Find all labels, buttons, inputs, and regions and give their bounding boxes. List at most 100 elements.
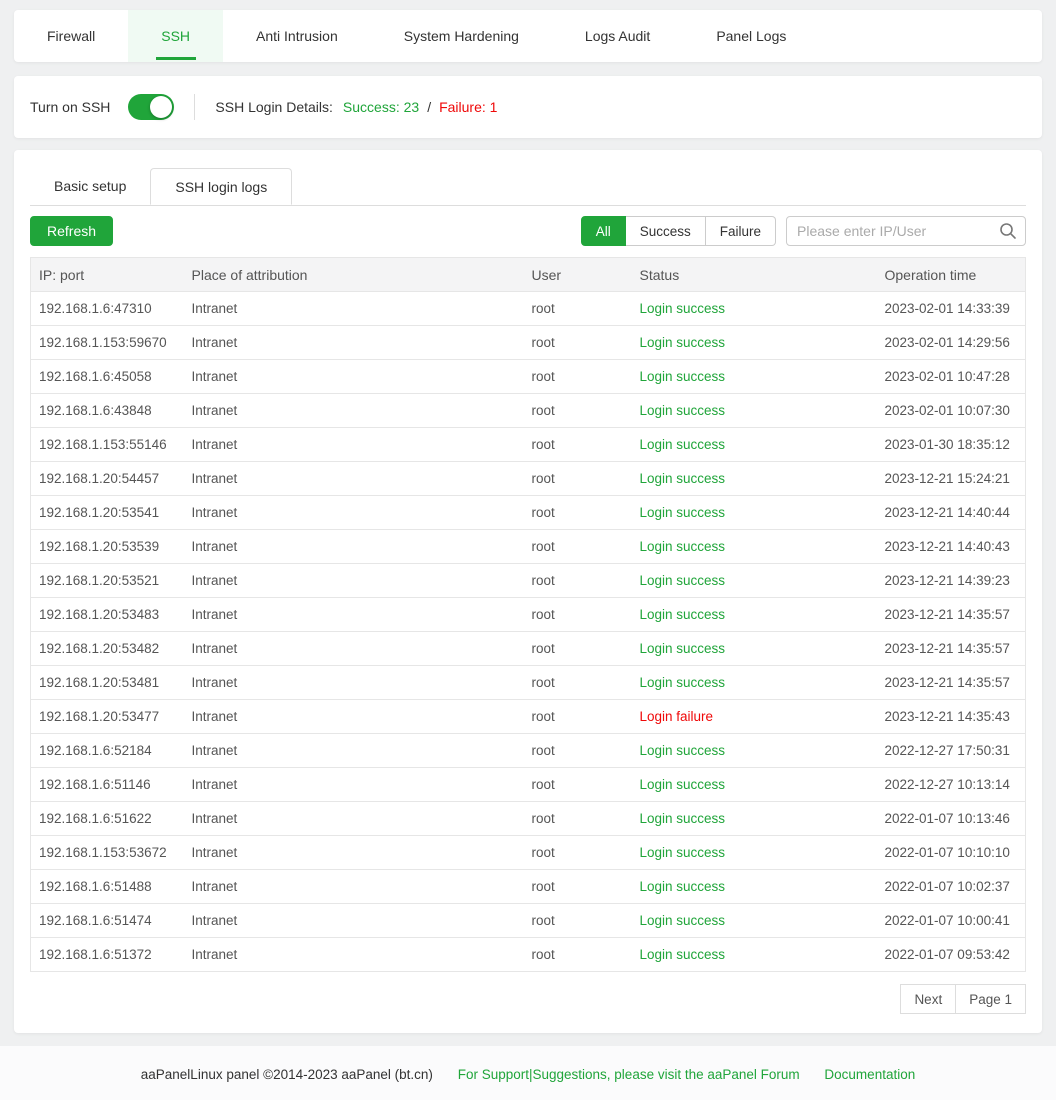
search-icon[interactable]	[998, 221, 1018, 241]
table-row: 192.168.1.153:53672IntranetrootLogin suc…	[31, 836, 1026, 870]
ssh-logs-panel: Basic setup SSH login logs Refresh All S…	[14, 150, 1042, 1033]
table-row: 192.168.1.153:55146IntranetrootLogin suc…	[31, 428, 1026, 462]
cell-status: Login success	[632, 768, 877, 802]
cell-ip-port: 192.168.1.6:51622	[31, 802, 184, 836]
filter-all-button[interactable]: All	[581, 216, 626, 246]
nav-tab-label: Panel Logs	[716, 28, 786, 44]
table-row: 192.168.1.20:53481IntranetrootLogin succ…	[31, 666, 1026, 700]
search-input[interactable]	[786, 216, 1026, 246]
cell-status: Login success	[632, 530, 877, 564]
pagination: Next Page 1	[30, 984, 1026, 1014]
next-page-button[interactable]: Next	[900, 984, 956, 1014]
table-row: 192.168.1.6:51622IntranetrootLogin succe…	[31, 802, 1026, 836]
cell-user: root	[524, 326, 632, 360]
cell-ip-port: 192.168.1.6:51146	[31, 768, 184, 802]
cell-status: Login success	[632, 666, 877, 700]
cell-place: Intranet	[184, 734, 524, 768]
nav-tab-anti-intrusion[interactable]: Anti Intrusion	[223, 10, 371, 62]
filter-success-button[interactable]: Success	[626, 216, 706, 246]
table-row: 192.168.1.6:43848IntranetrootLogin succe…	[31, 394, 1026, 428]
cell-place: Intranet	[184, 530, 524, 564]
nav-tab-logs-audit[interactable]: Logs Audit	[552, 10, 683, 62]
cell-time: 2023-12-21 14:40:44	[877, 496, 1026, 530]
ssh-login-log-table: IP: port Place of attribution User Statu…	[30, 257, 1026, 972]
cell-status: Login success	[632, 292, 877, 326]
table-row: 192.168.1.20:53477IntranetrootLogin fail…	[31, 700, 1026, 734]
tab-basic-setup[interactable]: Basic setup	[30, 168, 150, 205]
security-nav-tabs: Firewall SSH Anti Intrusion System Harde…	[14, 10, 1042, 62]
cell-time: 2022-01-07 10:10:10	[877, 836, 1026, 870]
active-tab-indicator	[156, 57, 196, 60]
cell-status: Login success	[632, 326, 877, 360]
cell-status: Login success	[632, 394, 877, 428]
ssh-toggle-label: Turn on SSH	[30, 99, 110, 115]
forum-link[interactable]: For Support|Suggestions, please visit th…	[458, 1067, 800, 1082]
cell-time: 2023-01-30 18:35:12	[877, 428, 1026, 462]
login-details-label: SSH Login Details:	[215, 99, 333, 115]
cell-ip-port: 192.168.1.153:53672	[31, 836, 184, 870]
cell-time: 2023-12-21 15:24:21	[877, 462, 1026, 496]
table-row: 192.168.1.6:51372IntranetrootLogin succe…	[31, 938, 1026, 972]
toolbar-right: All Success Failure	[581, 216, 1026, 246]
cell-status: Login success	[632, 802, 877, 836]
cell-user: root	[524, 428, 632, 462]
cell-user: root	[524, 904, 632, 938]
table-row: 192.168.1.6:47310IntranetrootLogin succe…	[31, 292, 1026, 326]
cell-place: Intranet	[184, 904, 524, 938]
current-page-button[interactable]: Page 1	[956, 984, 1026, 1014]
divider	[194, 94, 195, 120]
tab-ssh-login-logs[interactable]: SSH login logs	[150, 168, 292, 205]
cell-place: Intranet	[184, 632, 524, 666]
cell-place: Intranet	[184, 938, 524, 972]
table-row: 192.168.1.6:51488IntranetrootLogin succe…	[31, 870, 1026, 904]
cell-time: 2022-01-07 09:53:42	[877, 938, 1026, 972]
cell-status: Login success	[632, 632, 877, 666]
cell-ip-port: 192.168.1.20:53483	[31, 598, 184, 632]
cell-place: Intranet	[184, 496, 524, 530]
cell-user: root	[524, 598, 632, 632]
documentation-link[interactable]: Documentation	[824, 1067, 915, 1082]
table-row: 192.168.1.6:45058IntranetrootLogin succe…	[31, 360, 1026, 394]
ssh-status-bar: Turn on SSH SSH Login Details: Success: …	[14, 76, 1042, 138]
nav-tab-system-hardening[interactable]: System Hardening	[371, 10, 552, 62]
col-place: Place of attribution	[184, 258, 524, 292]
cell-place: Intranet	[184, 666, 524, 700]
cell-user: root	[524, 768, 632, 802]
table-row: 192.168.1.6:52184IntranetrootLogin succe…	[31, 734, 1026, 768]
cell-ip-port: 192.168.1.6:47310	[31, 292, 184, 326]
nav-tab-ssh[interactable]: SSH	[128, 10, 223, 62]
cell-user: root	[524, 530, 632, 564]
cell-ip-port: 192.168.1.20:53521	[31, 564, 184, 598]
filter-failure-button[interactable]: Failure	[706, 216, 776, 246]
table-row: 192.168.1.20:53521IntranetrootLogin succ…	[31, 564, 1026, 598]
cell-user: root	[524, 836, 632, 870]
table-row: 192.168.1.6:51474IntranetrootLogin succe…	[31, 904, 1026, 938]
cell-status: Login success	[632, 598, 877, 632]
cell-status: Login failure	[632, 700, 877, 734]
cell-ip-port: 192.168.1.153:55146	[31, 428, 184, 462]
table-row: 192.168.1.153:59670IntranetrootLogin suc…	[31, 326, 1026, 360]
cell-ip-port: 192.168.1.153:59670	[31, 326, 184, 360]
cell-status: Login success	[632, 734, 877, 768]
nav-tab-firewall[interactable]: Firewall	[14, 10, 128, 62]
cell-status: Login success	[632, 428, 877, 462]
ssh-toggle[interactable]	[128, 94, 174, 120]
cell-ip-port: 192.168.1.20:53482	[31, 632, 184, 666]
cell-ip-port: 192.168.1.6:52184	[31, 734, 184, 768]
cell-ip-port: 192.168.1.6:51372	[31, 938, 184, 972]
cell-time: 2022-01-07 10:02:37	[877, 870, 1026, 904]
cell-ip-port: 192.168.1.20:54457	[31, 462, 184, 496]
refresh-button[interactable]: Refresh	[30, 216, 113, 246]
cell-ip-port: 192.168.1.20:53541	[31, 496, 184, 530]
cell-user: root	[524, 462, 632, 496]
cell-status: Login success	[632, 870, 877, 904]
cell-user: root	[524, 496, 632, 530]
page-footer: aaPanelLinux panel ©2014-2023 aaPanel (b…	[0, 1046, 1056, 1100]
cell-time: 2022-12-27 17:50:31	[877, 734, 1026, 768]
cell-user: root	[524, 734, 632, 768]
separator: /	[427, 99, 431, 115]
cell-status: Login success	[632, 496, 877, 530]
nav-tab-panel-logs[interactable]: Panel Logs	[683, 10, 819, 62]
nav-tab-label: Firewall	[47, 28, 95, 44]
cell-time: 2022-01-07 10:00:41	[877, 904, 1026, 938]
